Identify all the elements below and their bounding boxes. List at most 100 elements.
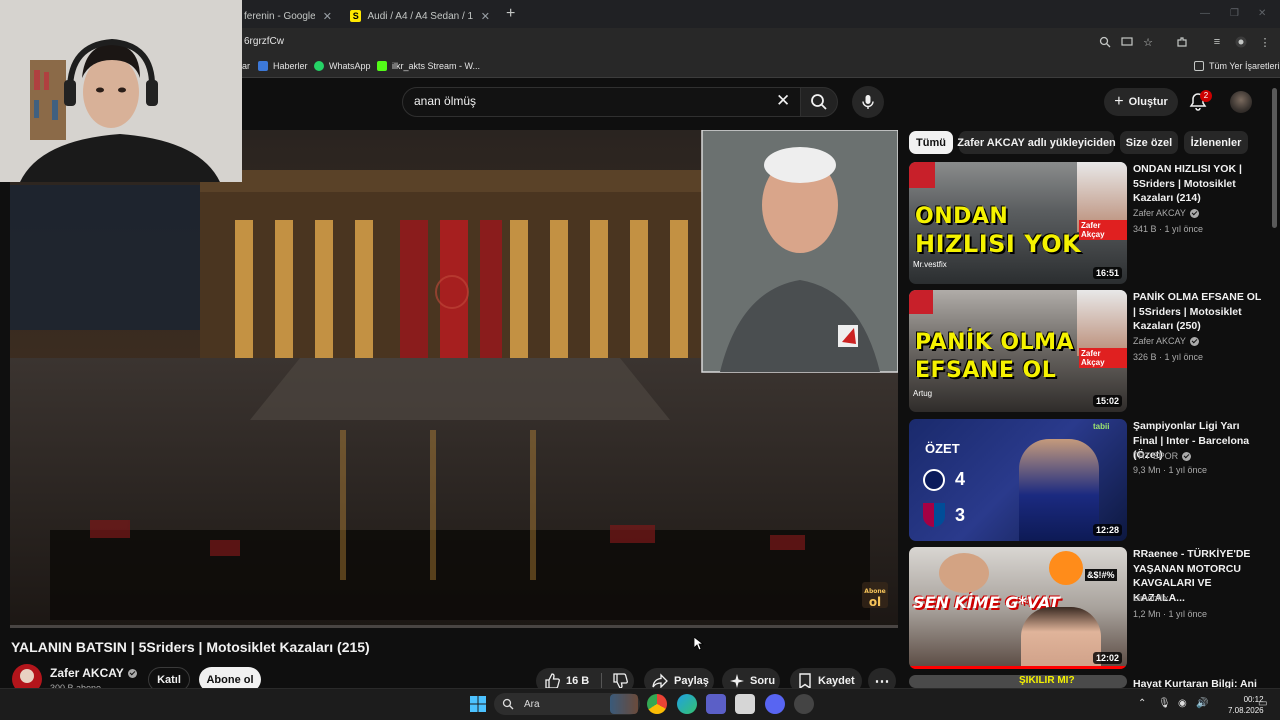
search-icon	[811, 94, 827, 110]
browser-tab-google[interactable]: ferenin - Google'da A ✕	[236, 4, 340, 28]
video-thumbnail[interactable]: ÖZET 4 3 tabii 12:28	[909, 419, 1127, 541]
tab-label: ferenin - Google'da A	[244, 10, 315, 22]
channel-name[interactable]: Zafer AKCAY	[1133, 336, 1199, 346]
channel-name[interactable]: Zafer AKCAY	[50, 666, 137, 680]
thumbnail-text: HIZLISI YOK	[915, 230, 1082, 258]
bookmark-kick[interactable]: ilkr_akts Stream - W...	[377, 61, 480, 71]
media-icon[interactable]: ≡	[1210, 35, 1224, 49]
video-duration: 15:02	[1092, 395, 1122, 407]
person-image	[939, 553, 989, 593]
microphone-icon	[862, 95, 874, 109]
all-bookmarks[interactable]: Tüm Yer İşaretleri	[1194, 61, 1280, 71]
video-title[interactable]: PANİK OLMA EFSANE OL | 5Sriders | Motosi…	[1133, 290, 1263, 334]
bookmark-label: WhatsApp	[329, 61, 371, 71]
barcelona-logo	[923, 503, 945, 527]
profile-icon[interactable]	[1234, 35, 1248, 49]
zoom-icon[interactable]	[1098, 35, 1112, 49]
minimize-icon[interactable]: —	[1200, 8, 1210, 19]
video-duration: 12:28	[1092, 524, 1122, 536]
bookmark-star-icon[interactable]: ☆	[1141, 35, 1155, 49]
thumbnail-tag: Zafer Akçay	[1079, 348, 1127, 368]
search-button[interactable]	[800, 87, 838, 117]
chip-for-you[interactable]: Size özel	[1120, 131, 1178, 154]
channel-name[interactable]: Zafer AKCAY	[1133, 208, 1199, 218]
list-item[interactable]: &$!#% SEN KİME G*VAT 12:02 RRaenee - TÜR…	[909, 547, 1269, 669]
clear-search-icon[interactable]: ✕	[776, 91, 790, 111]
list-item[interactable]: ŞIKILIR MI? Hayat Kurtaran Bilgi: Ani	[909, 675, 1269, 688]
cast-icon[interactable]	[1120, 35, 1134, 49]
chip-from-uploader[interactable]: Zafer AKCAY adlı yükleyiciden	[957, 131, 1116, 154]
video-thumbnail[interactable]: ŞIKILIR MI?	[909, 675, 1127, 688]
thumbs-up-icon	[545, 673, 560, 689]
svg-text:ol: ol	[869, 595, 881, 609]
volume-icon[interactable]: 🔊	[1196, 698, 1208, 709]
close-tab-icon[interactable]: ✕	[323, 10, 332, 23]
search-highlight-icon[interactable]	[610, 694, 638, 714]
list-item[interactable]: PANİK OLMA EFSANE OL Zafer Akçay Artug 1…	[909, 290, 1269, 412]
search-icon	[502, 698, 514, 710]
url-field[interactable]: 6rgrzfCw	[244, 36, 284, 47]
thumbnail-logo	[909, 290, 933, 314]
plus-icon: +	[1114, 93, 1124, 110]
google-news-icon	[258, 61, 268, 71]
chip-all[interactable]: Tümü	[909, 131, 953, 154]
bookmark-label: Haberler	[273, 61, 308, 71]
windows-start-icon[interactable]	[470, 696, 486, 712]
tray-chevron-icon[interactable]: ⌃	[1138, 698, 1146, 709]
obs-icon[interactable]	[794, 694, 814, 714]
voice-search-button[interactable]	[852, 86, 884, 118]
channel-name[interactable]: TRT SPOR	[1133, 451, 1192, 461]
avatar[interactable]	[1230, 91, 1252, 113]
tray-mic-icon[interactable]: 🎙	[1158, 698, 1171, 709]
more-menu-icon[interactable]: ⋮	[1258, 35, 1272, 49]
svg-text:Abone: Abone	[864, 588, 885, 595]
bookmark-haberler[interactable]: Haberler	[258, 61, 308, 71]
extensions-icon[interactable]	[1175, 35, 1189, 49]
video-player[interactable]: Abone ol	[10, 130, 898, 628]
folder-icon	[1194, 61, 1204, 71]
channel-name[interactable]: Limonflix	[1133, 593, 1169, 603]
like-button[interactable]: 16 B	[544, 673, 602, 689]
chrome-icon[interactable]	[647, 694, 667, 714]
thumbnail-tag: &$!#%	[1085, 569, 1117, 581]
bookmark-partial[interactable]: ar	[242, 61, 250, 71]
thumbnail-text: ÖZET	[925, 441, 960, 456]
video-thumbnail[interactable]: PANİK OLMA EFSANE OL Zafer Akçay Artug 1…	[909, 290, 1127, 412]
edge-icon[interactable]	[677, 694, 697, 714]
channel-name-text: TRT SPOR	[1133, 451, 1179, 461]
thumbnail-corner-text: Mr.vestfix	[913, 260, 947, 269]
teams-icon[interactable]	[706, 694, 726, 714]
snipping-tool-icon[interactable]	[735, 694, 755, 714]
page-scrollbar[interactable]	[1272, 88, 1277, 228]
new-tab-button[interactable]: +	[506, 6, 515, 22]
video-thumbnail[interactable]: ONDAN HIZLISI YOK Zafer Akçay Mr.vestfix…	[909, 162, 1127, 284]
whatsapp-icon	[314, 61, 324, 71]
share-label: Paylaş	[674, 675, 709, 687]
verified-icon	[1182, 451, 1192, 461]
wifi-icon[interactable]: ◉	[1178, 698, 1187, 709]
discord-icon[interactable]	[765, 694, 785, 714]
video-progress-bar[interactable]	[10, 625, 898, 628]
sparkle-icon	[730, 674, 744, 688]
sahibinden-icon: S	[350, 10, 362, 22]
score-barcelona: 3	[955, 505, 966, 525]
notification-center-icon[interactable]: ▭	[1258, 698, 1267, 709]
maximize-icon[interactable]: ❐	[1230, 8, 1239, 19]
notification-badge: 2	[1200, 90, 1212, 102]
thumbnail-logo	[909, 162, 935, 188]
video-title[interactable]: ONDAN HIZLISI YOK | 5Sriders | Motosikle…	[1133, 162, 1263, 206]
browser-tab-audi[interactable]: S Audi / A4 / A4 Sedan / 1.4 TFSI ✕	[342, 4, 498, 28]
list-item[interactable]: ONDAN HIZLISI YOK Zafer Akçay Mr.vestfix…	[909, 162, 1269, 284]
close-tab-icon[interactable]: ✕	[481, 10, 490, 23]
video-thumbnail[interactable]: &$!#% SEN KİME G*VAT 12:02	[909, 547, 1127, 669]
list-item[interactable]: ÖZET 4 3 tabii 12:28 Şampiyonlar Ligi Ya…	[909, 419, 1269, 541]
bookmark-whatsapp[interactable]: WhatsApp	[314, 61, 371, 71]
share-icon	[652, 673, 668, 689]
channel-name-text: Zafer AKCAY	[1133, 208, 1186, 218]
bookmark-icon	[799, 673, 811, 689]
create-button[interactable]: + Oluştur	[1104, 88, 1178, 116]
chip-watched[interactable]: İzlenenler	[1184, 131, 1248, 154]
dislike-button[interactable]	[602, 673, 634, 689]
close-window-icon[interactable]: ✕	[1258, 8, 1266, 19]
video-title[interactable]: Hayat Kurtaran Bilgi: Ani	[1133, 677, 1263, 688]
